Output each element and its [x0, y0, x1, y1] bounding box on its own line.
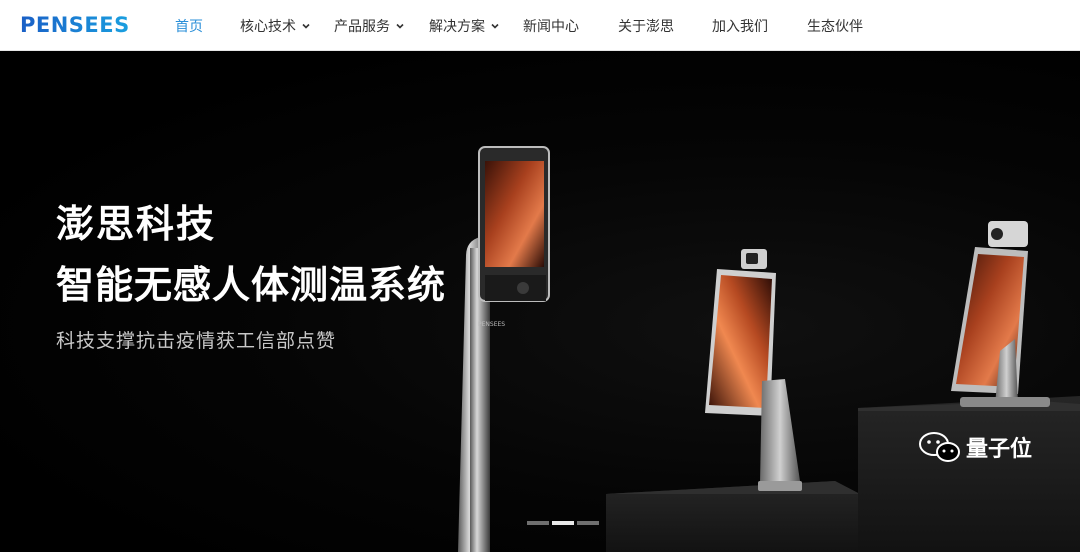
carousel-dot[interactable]: [577, 521, 599, 525]
watermark: 量子位: [918, 431, 1032, 463]
nav-item-solutions[interactable]: 解决方案: [429, 0, 500, 51]
nav-label: 新闻中心: [523, 18, 579, 35]
hero-title: 澎思科技: [56, 202, 217, 246]
carousel-dot[interactable]: [527, 521, 549, 525]
nav-label: 解决方案: [429, 18, 485, 35]
nav-label: 加入我们: [712, 18, 768, 35]
nav-item-join-us[interactable]: 加入我们: [712, 0, 768, 51]
nav-item-partners[interactable]: 生态伙伴: [807, 0, 863, 51]
nav-item-home[interactable]: 首页: [175, 0, 203, 51]
nav-item-about[interactable]: 关于澎思: [618, 0, 674, 51]
nav-item-news[interactable]: 新闻中心: [523, 0, 579, 51]
watermark-text: 量子位: [966, 437, 1033, 462]
nav-label: 生态伙伴: [807, 18, 863, 35]
nav-item-products[interactable]: 产品服务: [334, 0, 405, 51]
hero-description: 科技支撑抗击疫情获工信部点赞: [56, 330, 337, 352]
nav-label: 产品服务: [334, 18, 390, 35]
nav-label: 首页: [175, 18, 203, 35]
hero-banner[interactable]: PENSEES 澎思科技 智能无感人体测温系统 科技支撑抗击疫情获工信部点赞 量…: [0, 51, 1080, 552]
chevron-down-icon: [491, 23, 499, 29]
wechat-icon: [919, 432, 960, 462]
chevron-down-icon: [302, 23, 310, 29]
nav-label: 关于澎思: [618, 18, 674, 35]
main-nav: 首页 核心技术 产品服务 解决方案 新闻中心 关于澎思 加入我们 生态伙伴: [0, 0, 1080, 51]
carousel-indicators: [527, 521, 599, 525]
carousel-dot-active[interactable]: [552, 521, 574, 525]
chevron-down-icon: [396, 23, 404, 29]
hero-subtitle: 智能无感人体测温系统: [56, 263, 447, 307]
device-brand-label: PENSEES: [478, 321, 505, 328]
top-navigation-bar: PENSEES 首页 核心技术 产品服务 解决方案 新闻中心 关于澎思 加入我们…: [0, 0, 1080, 51]
nav-item-core-tech[interactable]: 核心技术: [240, 0, 311, 51]
nav-label: 核心技术: [240, 18, 296, 35]
